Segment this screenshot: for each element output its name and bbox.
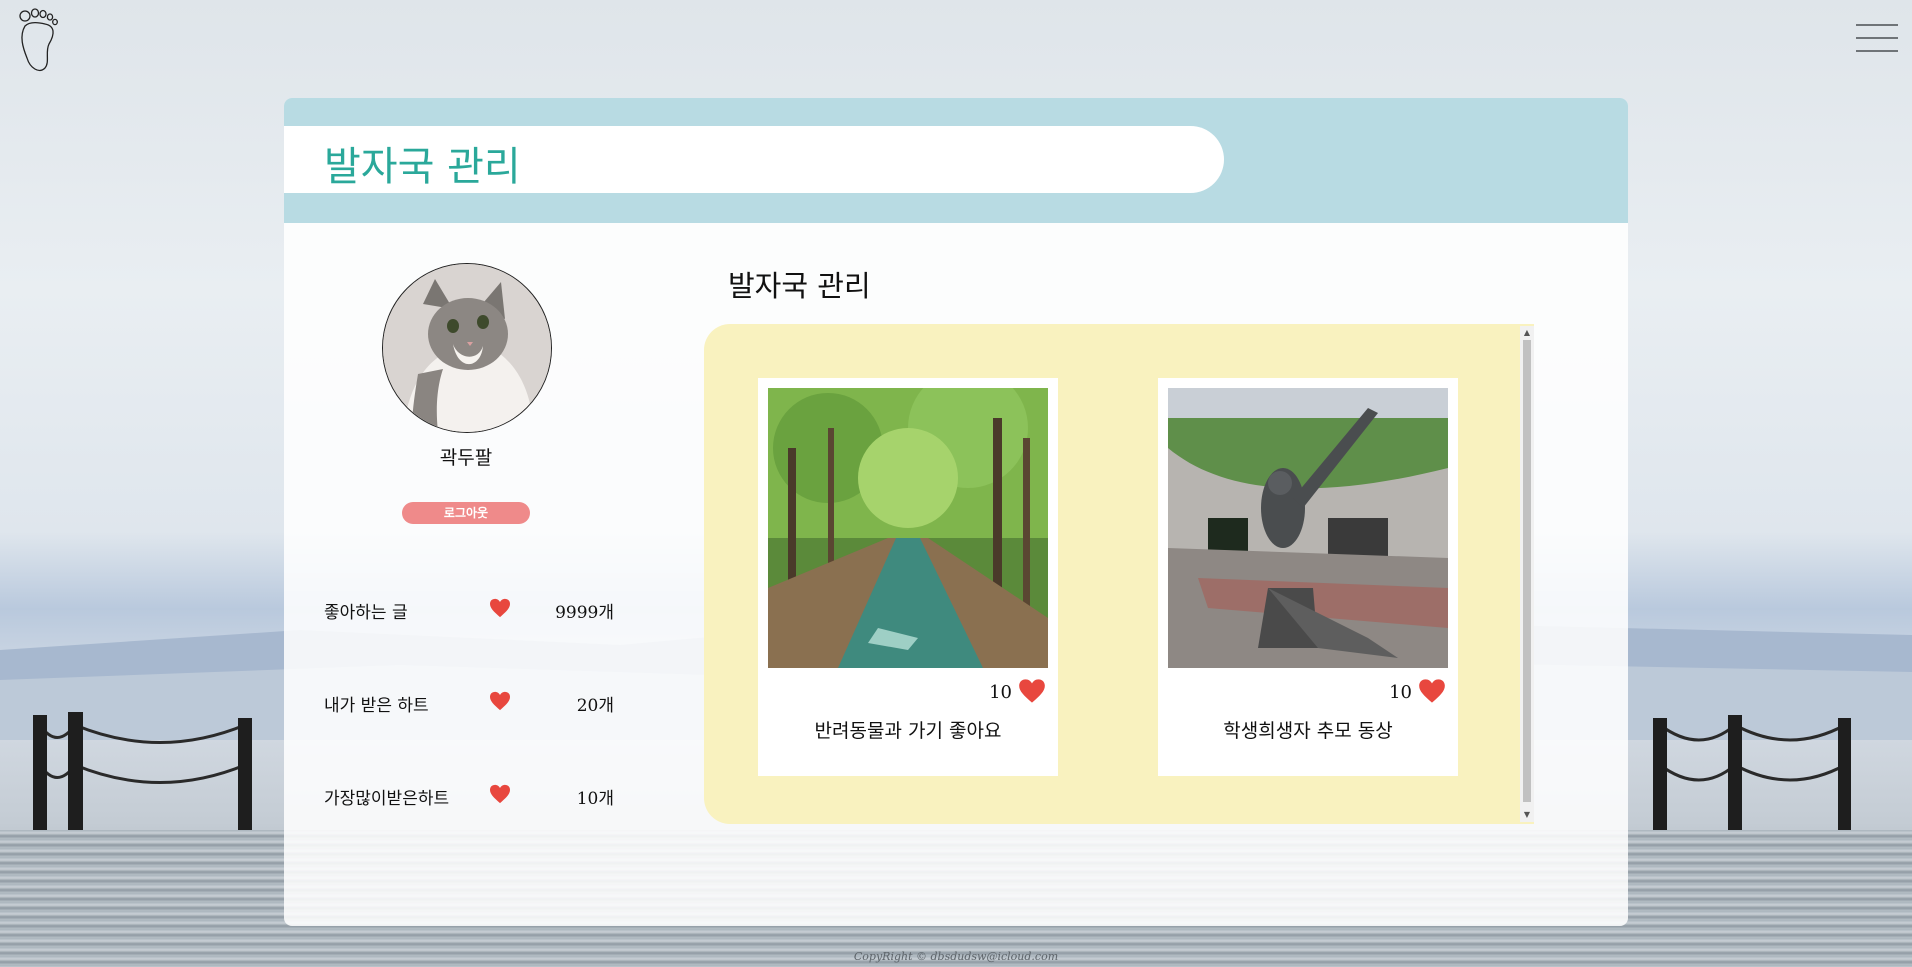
post-title: 반려동물과 가기 좋아요	[814, 720, 1002, 742]
gallery-scrollbar[interactable]: ▲ ▼	[1520, 326, 1534, 822]
menu-line	[1856, 37, 1898, 39]
username: 곽두팔	[439, 447, 493, 469]
post-photo[interactable]	[768, 388, 1048, 668]
post-card[interactable]: 10 반려동물과 가기 좋아요	[758, 378, 1058, 776]
stat-label: 내가 받은 하트	[324, 696, 429, 716]
scroll-thumb[interactable]	[1523, 340, 1531, 802]
stat-value: 9999개	[555, 603, 614, 623]
scroll-down-arrow-icon[interactable]: ▼	[1520, 808, 1534, 822]
logout-button[interactable]: 로그아웃	[402, 502, 530, 524]
stat-label: 좋아하는 글	[324, 603, 408, 623]
likes-count: 10	[989, 682, 1012, 703]
post-title: 학생희생자 추모 동상	[1223, 720, 1393, 742]
footer-copyright: CopyRight © dbsdudsw@icloud.com	[853, 950, 1059, 963]
menu-line	[1856, 24, 1898, 26]
avatar	[382, 263, 552, 433]
scroll-up-arrow-icon[interactable]: ▲	[1520, 326, 1534, 340]
likes-count: 10	[1389, 682, 1412, 703]
page-title: 발자국 관리	[324, 144, 521, 190]
stat-label: 가장많이받은하트	[324, 789, 450, 809]
heart-icon[interactable]	[1018, 678, 1046, 704]
title-pill: 발자국 관리	[284, 126, 1224, 193]
footprint-icon[interactable]	[15, 8, 61, 74]
main-panel: 발자국 관리 곽두팔 로그아웃 좋아하는 글 9999개 내가 받은 하트 20…	[284, 98, 1628, 926]
stat-row-liked-posts[interactable]: 좋아하는 글 9999개	[324, 596, 624, 623]
heart-icon	[490, 784, 510, 804]
post-card[interactable]: 10 학생희생자 추모 동상	[1158, 378, 1458, 776]
menu-line	[1856, 50, 1898, 52]
heart-icon	[490, 598, 510, 618]
post-photo[interactable]	[1168, 388, 1448, 668]
stat-row-most-hearts[interactable]: 가장많이받은하트 10개	[324, 782, 624, 809]
panel-header: 발자국 관리	[284, 98, 1628, 223]
section-title: 발자국 관리	[728, 269, 871, 303]
cat-avatar	[383, 264, 551, 432]
stat-value: 20개	[576, 696, 614, 716]
heart-icon	[490, 691, 510, 711]
hamburger-menu-icon[interactable]	[1856, 24, 1898, 60]
post-gallery[interactable]: 10 반려동물과 가기 좋아요 10 학생희생자 추모 동상	[704, 324, 1534, 824]
stat-row-received-hearts[interactable]: 내가 받은 하트 20개	[324, 689, 624, 716]
stat-value: 10개	[576, 789, 614, 809]
heart-icon[interactable]	[1418, 678, 1446, 704]
